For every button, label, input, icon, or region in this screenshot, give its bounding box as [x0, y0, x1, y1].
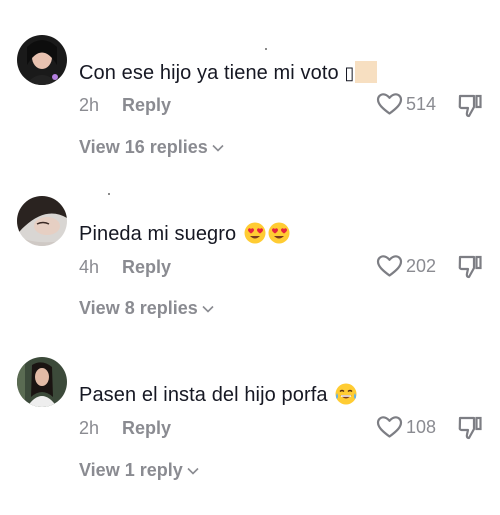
view-replies-label: View 1 reply — [79, 460, 183, 480]
avatar[interactable] — [17, 35, 67, 85]
unsupported-emoji-glyph: ▯ — [344, 63, 355, 83]
like-button[interactable]: 108 — [376, 415, 436, 439]
chevron-down-icon — [202, 305, 214, 313]
avatar[interactable] — [17, 196, 67, 246]
comment-text: Con ese hijo ya tiene mi voto ▯ — [79, 61, 378, 85]
reply-button[interactable]: Reply — [122, 95, 171, 116]
comment-text-content: Pasen el insta del hijo porfa — [79, 384, 328, 406]
comment-text: Pineda mi suegro — [79, 222, 290, 246]
decorative-dot — [108, 193, 110, 195]
avatar-image-3 — [17, 357, 67, 407]
heart-outline-icon — [376, 255, 403, 277]
view-replies-label: View 16 replies — [79, 137, 208, 157]
like-count: 108 — [406, 416, 437, 437]
reply-button[interactable]: Reply — [122, 418, 171, 439]
heart-eyes-emoji-icon — [268, 222, 290, 244]
thumbs-down-icon[interactable] — [457, 93, 483, 119]
comment-text: Pasen el insta del hijo porfa — [79, 383, 357, 407]
chevron-down-icon — [187, 467, 199, 475]
heart-outline-icon — [376, 416, 403, 438]
like-count: 514 — [406, 93, 437, 114]
thumbs-down-icon[interactable] — [457, 254, 483, 280]
avatar[interactable] — [17, 357, 67, 407]
like-button[interactable]: 202 — [376, 254, 436, 278]
like-button[interactable]: 514 — [376, 92, 436, 116]
chevron-down-icon — [212, 144, 224, 152]
like-count: 202 — [406, 255, 437, 276]
heart-outline-icon — [376, 93, 403, 115]
avatar-image-1 — [17, 35, 67, 85]
view-replies-button[interactable]: View 8 replies — [79, 298, 214, 319]
tears-of-joy-emoji-icon — [335, 383, 357, 405]
comment-text-content: Con ese hijo ya tiene mi voto — [79, 62, 339, 84]
reply-button[interactable]: Reply — [122, 257, 171, 278]
decorative-dot — [265, 48, 267, 50]
avatar-image-2 — [17, 196, 67, 246]
heart-eyes-emoji-icon — [244, 222, 266, 244]
comment-timestamp: 2h — [79, 418, 100, 438]
view-replies-button[interactable]: View 1 reply — [79, 460, 199, 481]
comment-timestamp: 4h — [79, 257, 100, 277]
skin-tone-swatch-icon — [355, 61, 378, 83]
comment-text-content: Pineda mi suegro — [79, 223, 237, 245]
comment-timestamp: 2h — [79, 95, 100, 115]
thumbs-down-icon[interactable] — [457, 415, 483, 441]
view-replies-label: View 8 replies — [79, 298, 198, 318]
view-replies-button[interactable]: View 16 replies — [79, 137, 224, 158]
